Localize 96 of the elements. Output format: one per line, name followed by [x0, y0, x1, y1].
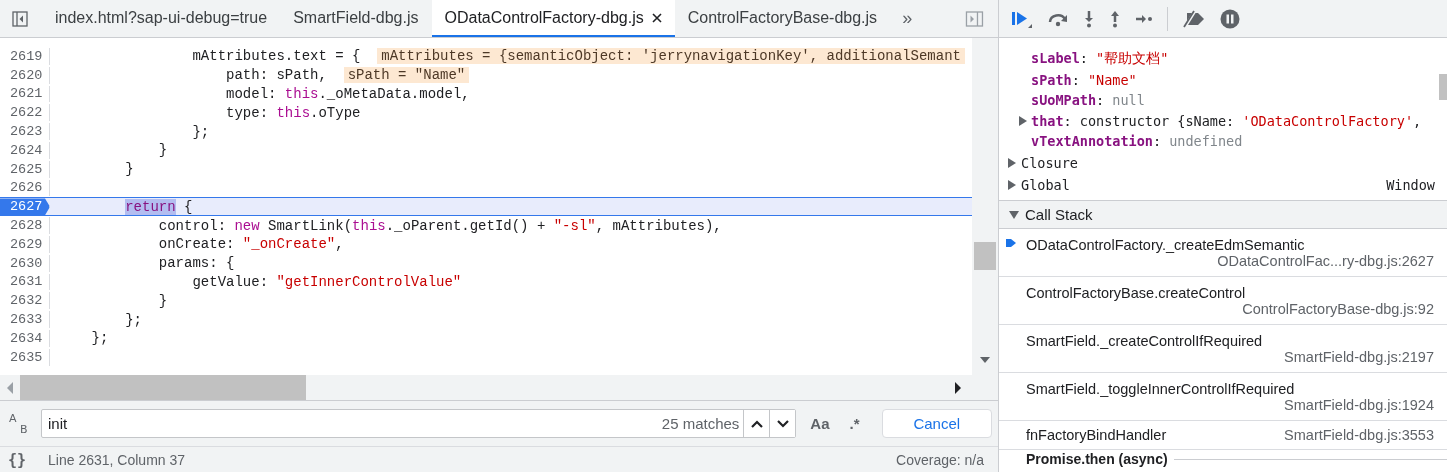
source-location[interactable]: SmartField-dbg.js:2197: [1284, 348, 1434, 365]
code-line: };: [90, 330, 109, 347]
more-tabs-button[interactable]: »: [890, 8, 925, 29]
source-location[interactable]: SmartField-dbg.js:3553: [1284, 427, 1434, 443]
scope-variable[interactable]: sUoMPath: null: [1031, 92, 1145, 109]
coverage-text: Coverage: n/a: [896, 451, 984, 468]
file-tab[interactable]: ControlFactoryBase-dbg.js: [674, 0, 891, 37]
line-number[interactable]: 2634: [0, 329, 50, 347]
scroll-down-icon[interactable]: [980, 356, 990, 364]
expand-arrow-icon[interactable]: [1008, 179, 1016, 190]
cancel-button[interactable]: Cancel: [881, 409, 992, 438]
code-line: path: sPath, sPath = "Name": [58, 67, 470, 84]
expand-arrow-icon[interactable]: [1019, 115, 1027, 126]
code-line: control: new SmartLink(this._oParent.getId() + "-sl", mAttributes),: [157, 217, 722, 234]
line-number[interactable]: 2627: [0, 198, 50, 216]
line-number[interactable]: 2630: [0, 254, 50, 272]
file-tab[interactable]: ODataControlFactory-dbg.js: [431, 0, 675, 37]
function-name: SmartField._createControlIfRequired: [1026, 332, 1264, 349]
code-line: return {: [124, 198, 193, 215]
line-number[interactable]: 2620: [0, 66, 50, 84]
function-name: ControlFactoryBase.createControl: [1026, 284, 1247, 301]
call-frame[interactable]: fnFactoryBindHandler SmartField-dbg.js:3553: [999, 421, 1447, 450]
code-line: model: this._oMetaData.model,: [225, 86, 470, 102]
call-frame[interactable]: ODataControlFactory._createEdmSemantic ODataControlFac...ry-dbg.js:2627: [999, 229, 1447, 277]
call-frame[interactable]: ControlFactoryBase.createControl ControlFactoryBase-dbg.js:92: [999, 277, 1447, 325]
expand-arrow-icon[interactable]: [1008, 157, 1016, 168]
call-stack-header[interactable]: Call Stack: [999, 200, 1447, 229]
code-line: }: [124, 161, 134, 178]
replace-toggle-button[interactable]: A B: [6, 408, 33, 439]
line-number[interactable]: 2625: [0, 160, 50, 178]
scope-section[interactable]: Closure: [1021, 154, 1078, 171]
code-line: type: this.oType: [225, 104, 361, 121]
scope-variable[interactable]: sPath: "Name": [1031, 71, 1137, 88]
next-match-button[interactable]: [769, 410, 796, 437]
scope-section[interactable]: Global: [1021, 176, 1070, 193]
function-name: SmartField._toggleInnerControlIfRequired: [1026, 380, 1296, 397]
scope-value: Window: [1386, 176, 1435, 193]
file-tab[interactable]: index.html?sap-ui-debug=true: [42, 0, 281, 37]
tab-label: SmartField-dbg.js: [293, 8, 419, 27]
code-line: };: [124, 311, 142, 328]
line-number[interactable]: 2626: [0, 179, 50, 197]
code-line: };: [191, 123, 210, 140]
vertical-scrollbar[interactable]: [972, 38, 998, 375]
search-input[interactable]: init: [42, 415, 662, 432]
chevron-up-icon: [750, 419, 763, 428]
function-name: fnFactoryBindHandler: [1026, 427, 1167, 443]
source-location[interactable]: SmartField-dbg.js:1924: [1284, 396, 1434, 413]
code-line: getValue: "getInnerControlValue": [191, 273, 462, 290]
line-number[interactable]: 2623: [0, 123, 50, 140]
line-number[interactable]: 2629: [0, 235, 50, 253]
step-out-icon[interactable]: [1109, 9, 1121, 28]
line-number[interactable]: 2622: [0, 104, 50, 122]
toggle-navigator-icon[interactable]: [12, 10, 28, 27]
scope-variable[interactable]: sLabel: "帮助文档": [1031, 50, 1169, 69]
code-line: onCreate: "_onCreate",: [157, 236, 344, 253]
deactivate-breakpoints-icon[interactable]: [1182, 9, 1206, 28]
scrollbar-thumb[interactable]: [974, 242, 996, 270]
cursor-position: Line 2631, Column 37: [48, 451, 186, 468]
line-number[interactable]: 2628: [0, 217, 50, 234]
scroll-right-icon[interactable]: [954, 381, 962, 394]
step-icon[interactable]: [1135, 12, 1153, 25]
line-number[interactable]: 2633: [0, 311, 50, 328]
scope-variable[interactable]: vTextAnnotation: undefined: [1031, 133, 1243, 150]
line-number[interactable]: 2632: [0, 292, 50, 310]
line-number[interactable]: 2621: [0, 85, 50, 103]
section-title: Call Stack: [1025, 206, 1093, 223]
pause-icon[interactable]: [1220, 8, 1240, 29]
step-into-icon[interactable]: [1083, 9, 1095, 28]
code-line: }: [157, 292, 168, 309]
call-frame[interactable]: SmartField._toggleInnerControlIfRequired SmartField-dbg.js:1924: [999, 373, 1447, 421]
chevron-down-icon: [776, 419, 789, 428]
async-label: Promise.then (async): [1026, 451, 1168, 467]
line-number[interactable]: 2624: [0, 142, 50, 159]
source-location[interactable]: ControlFactoryBase-dbg.js:92: [1242, 300, 1434, 317]
match-case-button[interactable]: Aa: [804, 411, 836, 436]
match-count: 25 matches: [661, 415, 741, 432]
code-line: params: {: [157, 255, 235, 272]
collapse-arrow-icon[interactable]: [1009, 210, 1019, 219]
code-line: }: [157, 142, 168, 159]
tab-label: ODataControlFactory-dbg.js: [444, 8, 644, 27]
scope-variable[interactable]: that: constructor {sName: 'ODataControlFactory',: [1031, 112, 1422, 129]
line-number[interactable]: 2635: [0, 348, 50, 366]
scrollbar-thumb[interactable]: [1439, 74, 1447, 100]
regex-button[interactable]: .*: [843, 411, 866, 436]
search-box[interactable]: init 25 matches: [41, 409, 797, 438]
horizontal-scrollbar[interactable]: [0, 375, 998, 401]
close-icon[interactable]: [651, 12, 662, 23]
line-number[interactable]: 2631: [0, 273, 50, 291]
line-number[interactable]: 2619: [0, 48, 50, 65]
source-location[interactable]: ODataControlFac...ry-dbg.js:2627: [1217, 252, 1434, 269]
tab-label: index.html?sap-ui-debug=true: [55, 8, 268, 27]
function-name: ODataControlFactory._createEdmSemantic: [1026, 236, 1306, 253]
file-tab[interactable]: SmartField-dbg.js: [280, 0, 432, 37]
tab-label: ControlFactoryBase-dbg.js: [687, 8, 878, 27]
call-frame[interactable]: SmartField._createControlIfRequired SmartField-dbg.js:2197: [999, 325, 1447, 373]
pretty-print-button[interactable]: {}: [8, 450, 27, 469]
